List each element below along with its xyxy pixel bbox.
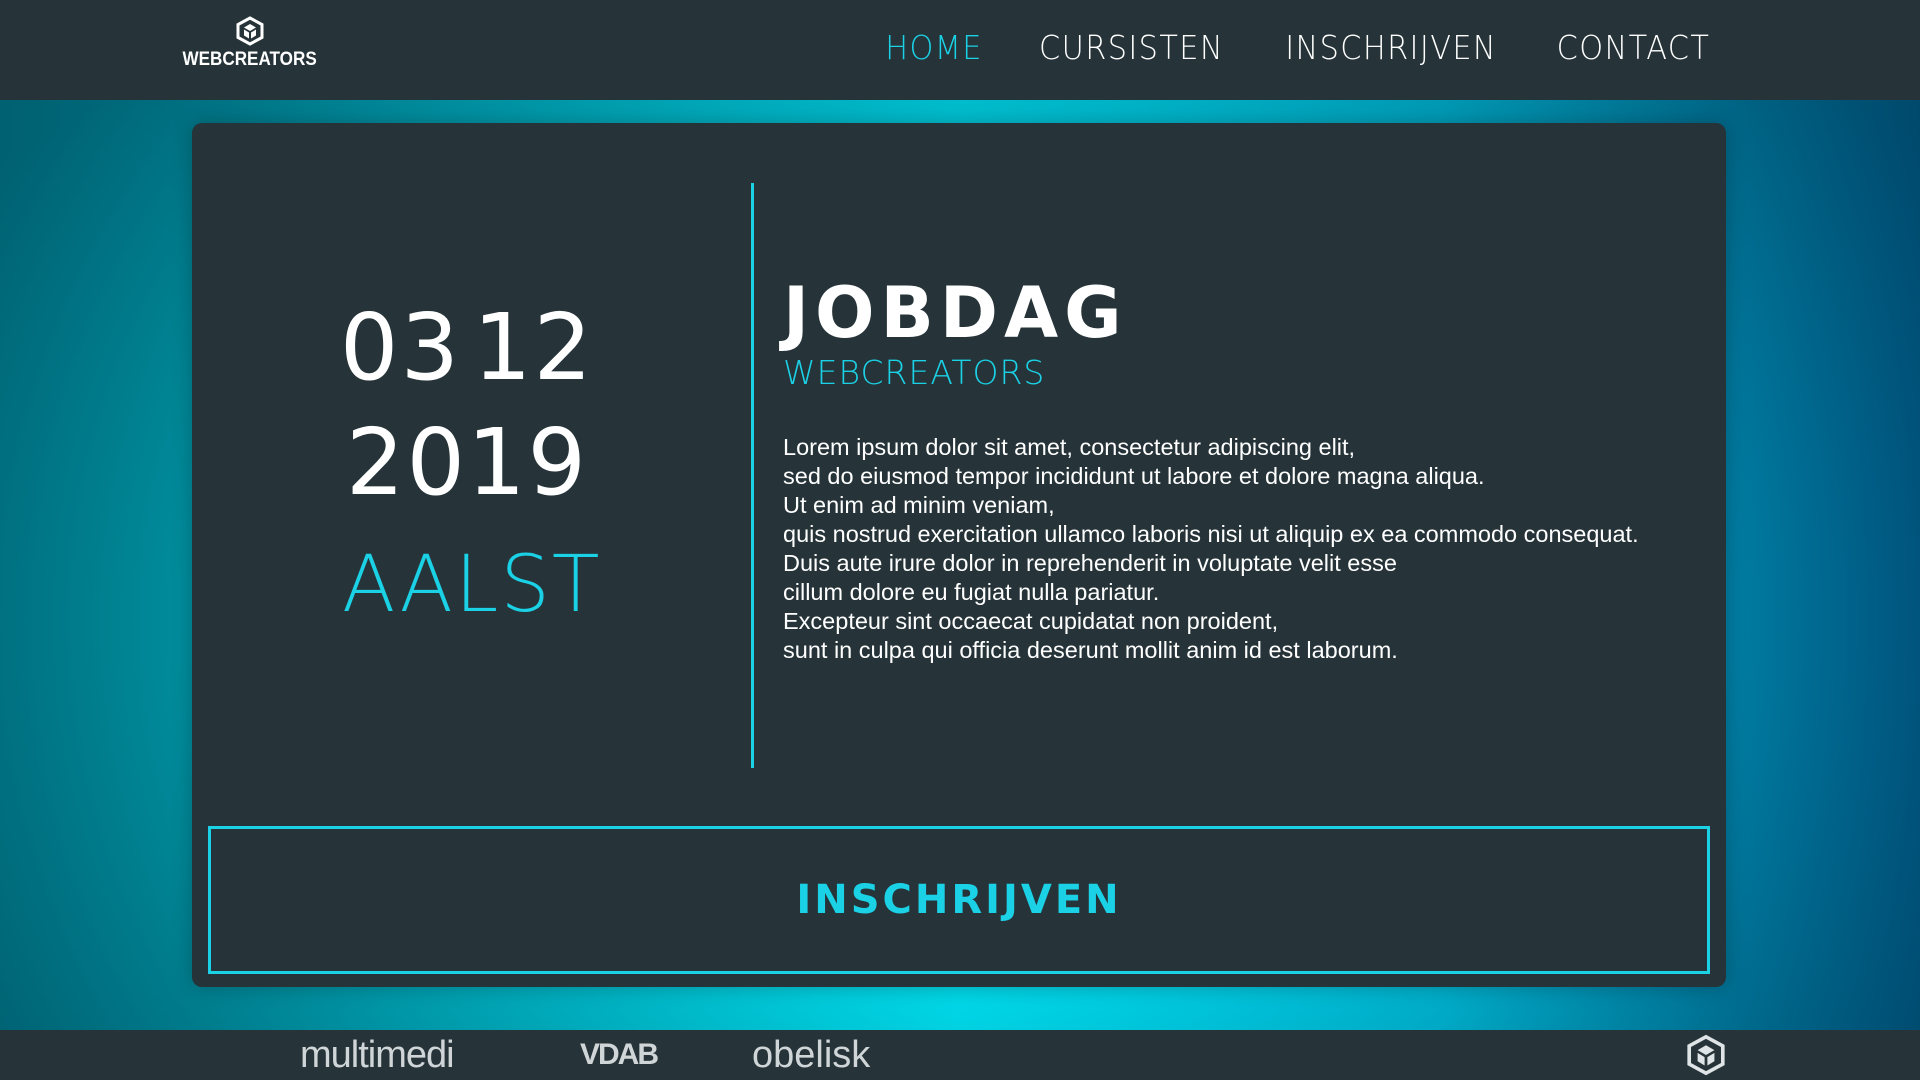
partner-logo-obelisk[interactable]: obelisk [752, 1034, 870, 1076]
cube-logo-icon [1687, 1034, 1725, 1076]
description-line: sed do eiusmod tempor incididunt ut labo… [783, 463, 1485, 489]
event-day: 03 [339, 294, 461, 401]
partner-footer: multimedi VDAB obelisk [0, 1030, 1920, 1080]
nav-contact[interactable]: CONTACT [1557, 28, 1711, 67]
register-button-label: INSCHRIJVEN [796, 877, 1122, 923]
partner-logo-multimedi[interactable]: multimedi [300, 1034, 455, 1076]
register-button[interactable]: INSCHRIJVEN [208, 826, 1710, 974]
nav-home[interactable]: HOME [885, 28, 983, 67]
description-line: sunt in culpa qui officia deserunt molli… [783, 637, 1398, 663]
event-card: 03 12 2019 AALST JOBDAG WEBCREATORS Lore… [192, 123, 1726, 987]
main-nav: HOME CURSISTEN INSCHRIJVEN CONTACT [881, 28, 1717, 67]
event-city: AALST [342, 540, 602, 630]
description-line: quis nostrud exercitation ullamco labori… [783, 521, 1639, 547]
event-title: JOBDAG [783, 272, 1128, 354]
description-line: Ut enim ad minim veniam, [783, 492, 1055, 518]
top-navbar: WEBCREATORS HOME CURSISTEN INSCHRIJVEN C… [0, 0, 1920, 100]
event-subtitle: WEBCREATORS [783, 353, 1046, 392]
event-details: JOBDAG WEBCREATORS Lorem ipsum dolor sit… [783, 273, 1703, 665]
event-year: 2019 [345, 409, 589, 516]
description-line: Duis aute irure dolor in reprehenderit i… [783, 550, 1397, 576]
nav-inschrijven[interactable]: INSCHRIJVEN [1285, 28, 1497, 67]
logo-text: WEBCREATORS [182, 49, 318, 70]
event-month: 12 [473, 294, 595, 401]
description-line: Lorem ipsum dolor sit amet, consectetur … [783, 434, 1356, 460]
event-description: Lorem ipsum dolor sit amet, consectetur … [783, 433, 1703, 665]
description-line: Excepteur sint occaecat cupidatat non pr… [783, 608, 1279, 634]
nav-cursisten[interactable]: CURSISTEN [1039, 28, 1224, 67]
event-date: 03 12 [339, 293, 595, 403]
cube-logo-icon [236, 16, 264, 46]
site-logo[interactable]: WEBCREATORS [183, 16, 317, 76]
event-date-block: 03 12 2019 AALST [339, 293, 602, 645]
partner-logo-vdab[interactable]: VDAB [580, 1034, 659, 1076]
vertical-divider [751, 183, 754, 768]
description-line: cillum dolore eu fugiat nulla pariatur. [783, 579, 1160, 605]
